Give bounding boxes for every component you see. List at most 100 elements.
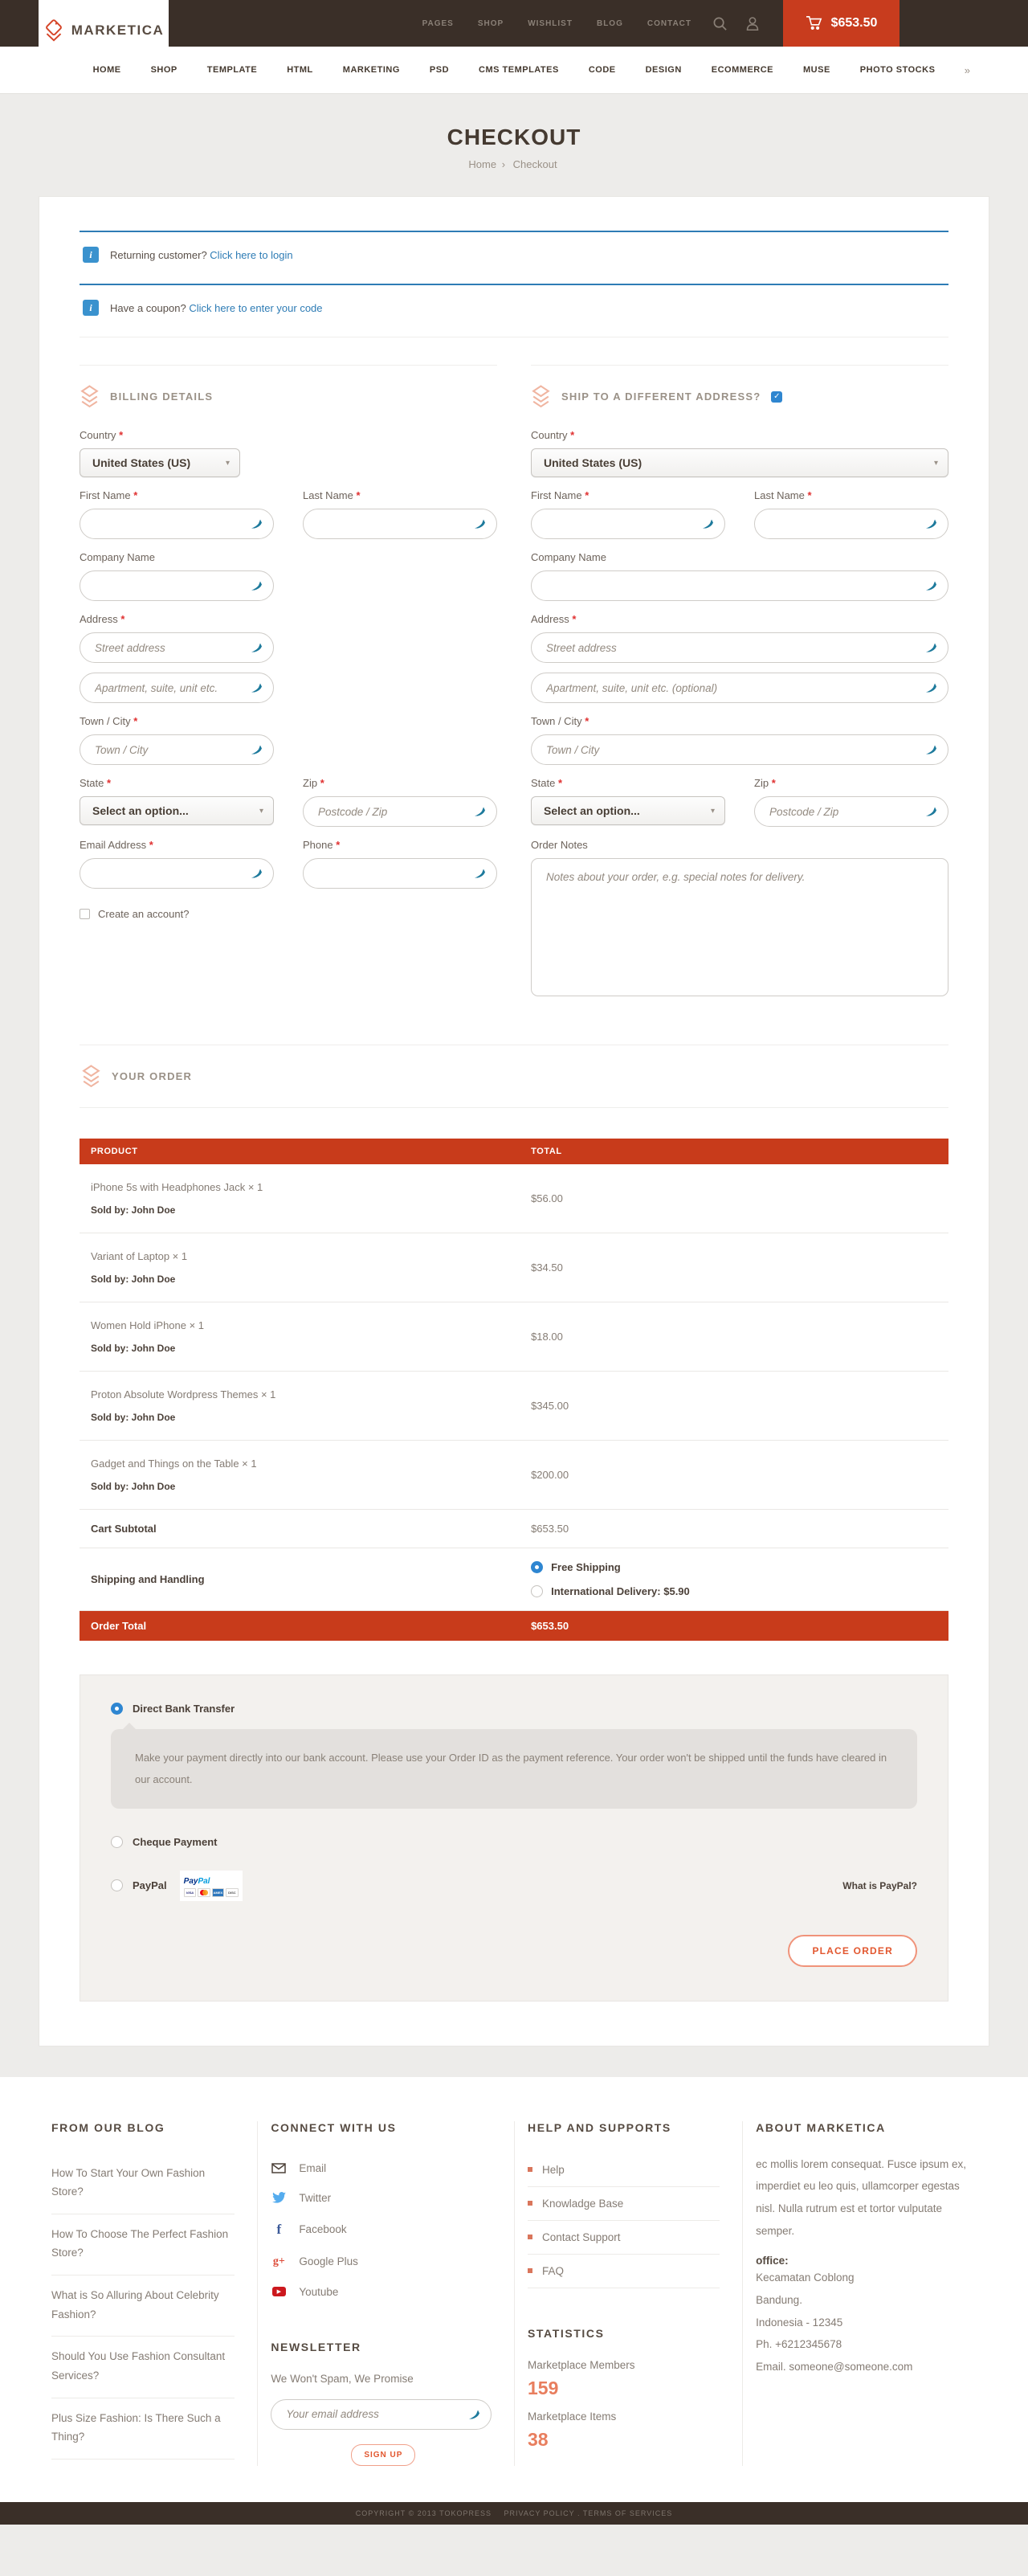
blog-post-link[interactable]: Should You Use Fashion Consultant Servic…: [51, 2337, 235, 2398]
product-name: Women Hold iPhone × 1: [91, 1319, 531, 1331]
bullet-icon: [528, 2201, 532, 2206]
billing-company-input[interactable]: [95, 580, 244, 592]
nav-ecommerce[interactable]: ECOMMERCE: [712, 65, 773, 75]
page-title-band: CHECKOUT Home › Checkout: [0, 94, 1028, 196]
paypal-radio[interactable]: [111, 1879, 123, 1891]
help-link[interactable]: FAQ: [528, 2255, 720, 2288]
nav-cms-templates[interactable]: CMS TEMPLATES: [479, 65, 559, 75]
payment-methods-box: Direct Bank Transfer Make your payment d…: [80, 1674, 948, 2002]
newsletter-email-input[interactable]: [286, 2408, 462, 2420]
shipping-apartment-input[interactable]: [546, 682, 919, 694]
billing-town-label: Town / City *: [80, 715, 274, 727]
social-link-facebook[interactable]: f Facebook: [271, 2213, 492, 2247]
footer-connect-heading: CONNECT WITH US: [271, 2121, 492, 2134]
chevron-down-icon: ▾: [259, 807, 263, 816]
shipping-zip-input[interactable]: [769, 806, 919, 818]
international-delivery-radio[interactable]: [531, 1585, 543, 1597]
youtube-icon: ▶: [271, 2287, 287, 2296]
shipping-handling-row: Shipping and Handling Free Shipping Inte…: [80, 1548, 948, 1611]
facebook-icon: f: [271, 2222, 287, 2238]
blog-post-link[interactable]: Plus Size Fashion: Is There Such a Thing…: [51, 2398, 235, 2459]
account-icon[interactable]: [745, 16, 760, 31]
nav-marketing[interactable]: MARKETING: [343, 65, 400, 75]
social-link-youtube[interactable]: ▶ Youtube: [271, 2277, 492, 2307]
product-total: $34.50: [531, 1261, 937, 1274]
nav-muse[interactable]: MUSE: [803, 65, 830, 75]
shipping-last-name-input[interactable]: [769, 518, 919, 530]
legal-links[interactable]: PRIVACY POLICY . TERMS OF SERVICES: [504, 2509, 672, 2517]
shipping-street-input[interactable]: [546, 642, 919, 654]
shipping-country-label: Country *: [531, 429, 948, 441]
cart-button[interactable]: $653.50: [783, 0, 900, 47]
autofill-icon: [251, 745, 263, 755]
shipping-state-select[interactable]: Select an option...▾: [531, 796, 725, 825]
nav-template[interactable]: TEMPLATE: [207, 65, 257, 75]
blog-post-link[interactable]: How To Start Your Own Fashion Store?: [51, 2153, 235, 2214]
billing-zip-input[interactable]: [318, 806, 467, 818]
billing-first-name-input[interactable]: [95, 518, 244, 530]
social-link-email[interactable]: Email: [271, 2153, 492, 2183]
login-link[interactable]: Click here to login: [210, 249, 292, 261]
brand-name: MARKETICA: [71, 22, 165, 39]
order-notes-textarea[interactable]: [531, 858, 948, 996]
shipping-company-input[interactable]: [546, 580, 919, 592]
product-name: Gadget and Things on the Table × 1: [91, 1458, 531, 1470]
billing-street-input[interactable]: [95, 642, 244, 654]
billing-last-name-input[interactable]: [318, 518, 467, 530]
product-name: iPhone 5s with Headphones Jack × 1: [91, 1181, 531, 1193]
cheque-payment-radio[interactable]: [111, 1836, 123, 1848]
brand-logo[interactable]: MARKETICA: [39, 0, 169, 61]
help-link[interactable]: Contact Support: [528, 2221, 720, 2255]
breadcrumb-home[interactable]: Home: [468, 158, 496, 170]
coupon-link[interactable]: Click here to enter your code: [189, 302, 322, 314]
billing-town-input[interactable]: [95, 744, 244, 756]
copyright-text: COPYRIGHT © 2013 TOKOPRESS: [356, 2509, 492, 2517]
nav-psd[interactable]: PSD: [430, 65, 449, 75]
help-link[interactable]: Knowladge Base: [528, 2187, 720, 2221]
ship-different-checkbox[interactable]: ✓: [771, 391, 782, 403]
billing-heading: BILLING DETAILS: [110, 390, 213, 403]
login-notice-text: Returning customer?: [110, 249, 207, 261]
autofill-icon: [251, 683, 263, 693]
nav-design[interactable]: DESIGN: [646, 65, 682, 75]
mastercard-icon: [198, 1888, 210, 1897]
social-link-googleplus[interactable]: g+ Google Plus: [271, 2247, 492, 2277]
billing-phone-input[interactable]: [318, 868, 467, 880]
blog-post-link[interactable]: How To Choose The Perfect Fashion Store?: [51, 2214, 235, 2275]
billing-apartment-input[interactable]: [95, 682, 244, 694]
nav-more-icon[interactable]: »: [965, 64, 970, 76]
visa-icon: VISA: [184, 1888, 197, 1897]
free-shipping-radio[interactable]: [531, 1561, 543, 1573]
help-link[interactable]: Help: [528, 2153, 720, 2187]
top-nav-contact[interactable]: CONTACT: [647, 19, 691, 28]
order-row: Gadget and Things on the Table × 1 Sold …: [80, 1441, 948, 1510]
product-seller: Sold by: John Doe: [91, 1274, 531, 1285]
nav-home[interactable]: HOME: [93, 65, 121, 75]
create-account-checkbox[interactable]: [80, 909, 90, 919]
top-nav-blog[interactable]: BLOG: [597, 19, 623, 28]
top-nav-pages[interactable]: PAGES: [422, 19, 454, 28]
place-order-button[interactable]: PLACE ORDER: [788, 1935, 917, 1967]
signup-button[interactable]: SIGN UP: [351, 2444, 415, 2466]
social-link-twitter[interactable]: Twitter: [271, 2183, 492, 2213]
product-name: Variant of Laptop × 1: [91, 1250, 531, 1262]
international-delivery-label: International Delivery: $5.90: [551, 1585, 690, 1597]
billing-state-select[interactable]: Select an option...▾: [80, 796, 274, 825]
nav-html[interactable]: HTML: [287, 65, 313, 75]
autofill-icon: [474, 519, 487, 530]
bank-transfer-radio[interactable]: [111, 1703, 123, 1715]
top-nav-wishlist[interactable]: WISHLIST: [528, 19, 573, 28]
search-icon[interactable]: [712, 16, 728, 31]
shipping-first-name-input[interactable]: [546, 518, 696, 530]
what-is-paypal-link[interactable]: What is PayPal?: [842, 1880, 917, 1891]
top-nav-shop[interactable]: SHOP: [478, 19, 504, 28]
blog-post-link[interactable]: What is So Alluring About Celebrity Fash…: [51, 2275, 235, 2337]
nav-code[interactable]: CODE: [589, 65, 616, 75]
shipping-town-input[interactable]: [546, 744, 919, 756]
nav-shop[interactable]: SHOP: [151, 65, 177, 75]
billing-email-input[interactable]: [95, 868, 244, 880]
nav-photo-stocks[interactable]: PHOTO STOCKS: [860, 65, 936, 75]
shipping-country-select[interactable]: United States (US)▾: [531, 448, 948, 477]
billing-country-select[interactable]: United States (US)▾: [80, 448, 240, 477]
order-notes-label: Order Notes: [531, 839, 948, 851]
